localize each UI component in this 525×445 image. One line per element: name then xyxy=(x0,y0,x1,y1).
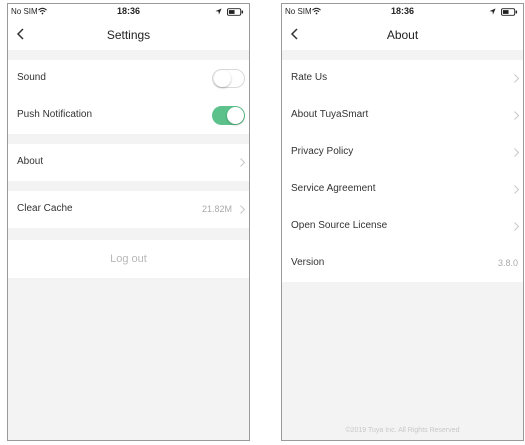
chevron-right-icon xyxy=(514,111,520,120)
nav-bar: Settings xyxy=(8,20,249,50)
toggle-knob xyxy=(227,107,244,124)
logout-button[interactable]: Log out xyxy=(8,240,249,278)
battery-icon xyxy=(501,8,518,16)
version-row: Version 3.8.0 xyxy=(282,245,523,282)
section-gap xyxy=(8,228,249,240)
clear-cache-label: Clear Cache xyxy=(17,203,73,214)
menu-item-label: About TuyaSmart xyxy=(291,109,369,120)
menu-item-label: Rate Us xyxy=(291,72,328,83)
status-time: 18:36 xyxy=(116,6,141,16)
version-label: Version xyxy=(291,257,325,268)
page-title: About xyxy=(386,28,419,42)
push-notification-row: Push Notification xyxy=(8,97,249,134)
open-source-license-row[interactable]: Open Source License xyxy=(282,208,523,245)
chevron-right-icon xyxy=(514,148,520,157)
push-notification-toggle[interactable] xyxy=(212,106,245,125)
chevron-right-icon xyxy=(240,158,246,167)
clear-cache-row[interactable]: Clear Cache 21.82M xyxy=(8,191,249,228)
status-time: 18:36 xyxy=(390,6,415,16)
location-arrow-icon xyxy=(489,8,496,15)
chevron-right-icon xyxy=(514,185,520,194)
service-agreement-row[interactable]: Service Agreement xyxy=(282,171,523,208)
chevron-right-icon xyxy=(514,74,520,83)
copyright-text: ©2019 Tuya Inc. All Rights Reserved xyxy=(345,427,460,434)
section-gap xyxy=(8,181,249,191)
menu-item-label: Privacy Policy xyxy=(291,146,354,157)
about-screen: No SIM 18:36 About Rate Us About TuyaSma… xyxy=(281,3,524,441)
location-arrow-icon xyxy=(215,8,222,15)
about-tuyasmart-row[interactable]: About TuyaSmart xyxy=(282,97,523,134)
status-bar: No SIM 18:36 xyxy=(282,4,523,20)
chevron-right-icon xyxy=(514,222,520,231)
logout-label: Log out xyxy=(110,253,147,265)
push-notification-label: Push Notification xyxy=(17,109,93,120)
page-title: Settings xyxy=(106,28,151,42)
sound-toggle[interactable] xyxy=(212,69,245,88)
nav-bar: About xyxy=(282,20,523,50)
cache-size-value: 21.82M xyxy=(201,204,232,214)
menu-item-label: Service Agreement xyxy=(291,183,376,194)
menu-item-label: Open Source License xyxy=(291,220,388,231)
status-bar: No SIM 18:36 xyxy=(8,4,249,20)
section-gap xyxy=(282,50,523,60)
settings-screen: No SIM 18:36 Settings Sound Push Notific… xyxy=(7,3,250,441)
sound-label: Sound xyxy=(17,72,46,83)
rate-us-row[interactable]: Rate Us xyxy=(282,60,523,97)
section-gap xyxy=(8,50,249,60)
version-value: 3.8.0 xyxy=(497,258,518,268)
chevron-right-icon xyxy=(240,205,246,214)
about-row[interactable]: About xyxy=(8,144,249,181)
battery-icon xyxy=(227,8,244,16)
about-label: About xyxy=(17,156,44,167)
sound-row: Sound xyxy=(8,60,249,97)
toggle-knob xyxy=(214,70,231,87)
privacy-policy-row[interactable]: Privacy Policy xyxy=(282,134,523,171)
section-gap xyxy=(8,134,249,144)
